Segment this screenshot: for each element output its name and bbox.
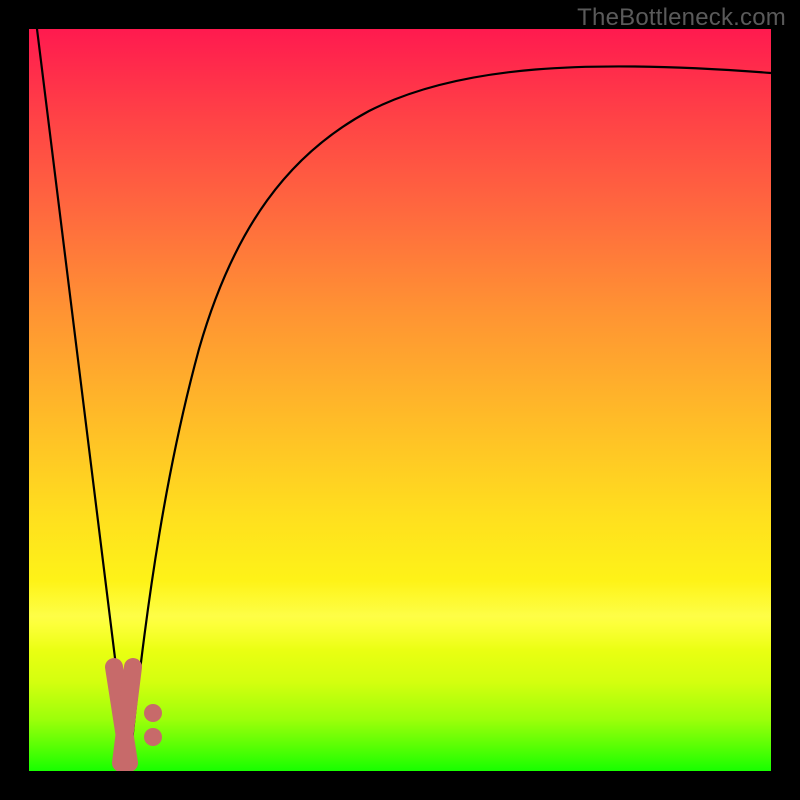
bottleneck-dot-lower (144, 728, 162, 746)
chart-frame: TheBottleneck.com (0, 0, 800, 800)
curve-layer (29, 29, 771, 771)
right-recovery-curve (129, 66, 771, 771)
plot-area (29, 29, 771, 771)
bottleneck-marker-segment-b (121, 667, 133, 763)
watermark-label: TheBottleneck.com (577, 4, 786, 32)
bottleneck-dot-upper (144, 704, 162, 722)
